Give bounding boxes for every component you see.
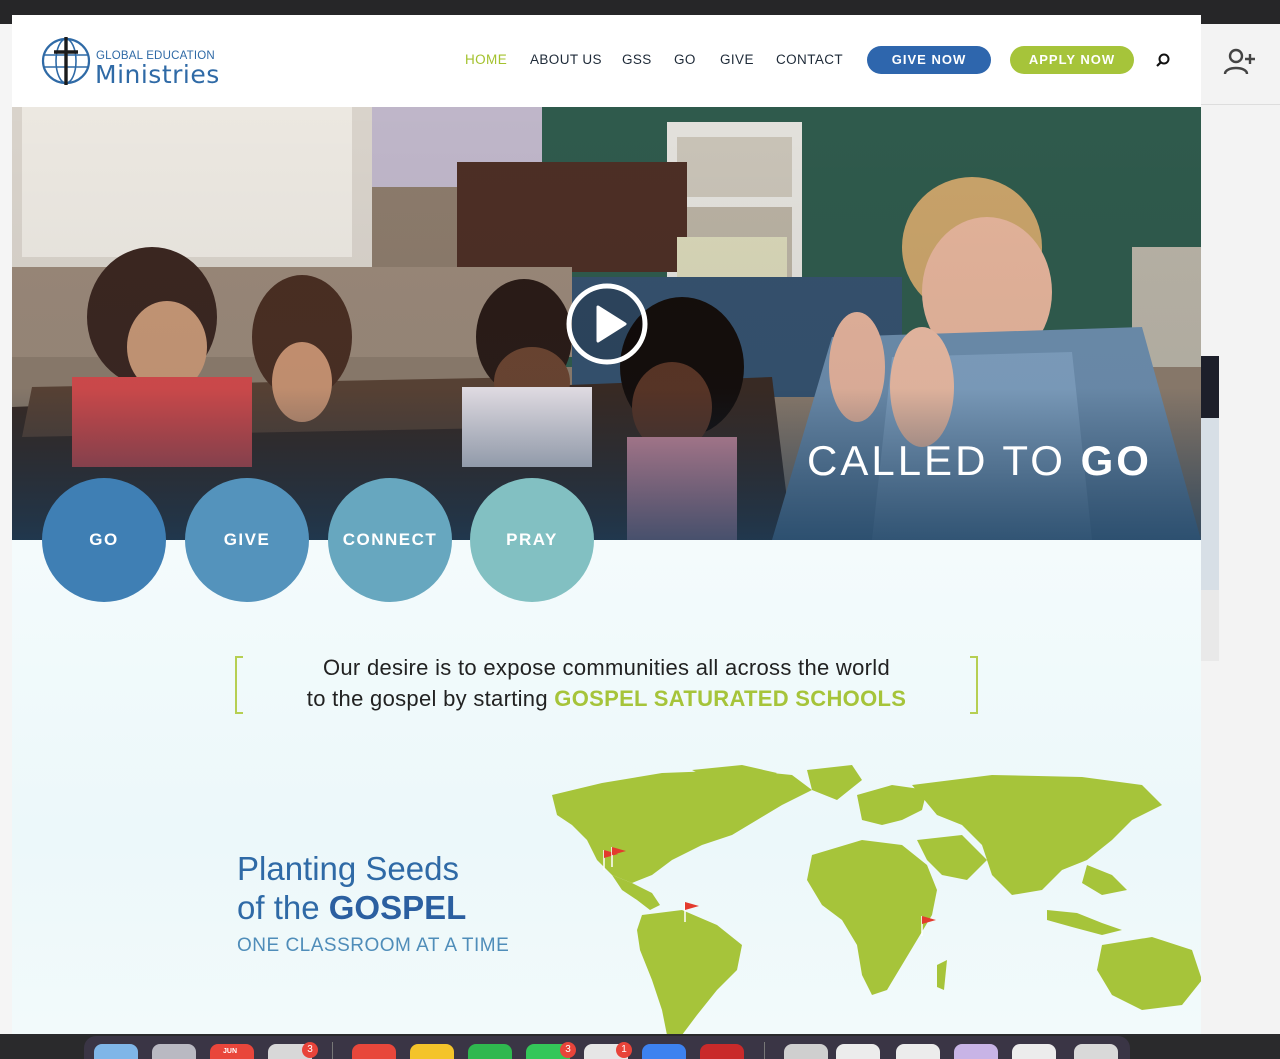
- dock-file-icon[interactable]: [954, 1044, 998, 1059]
- dock-file-icon[interactable]: [784, 1044, 828, 1059]
- gss-highlight: GOSPEL SATURATED SCHOOLS: [554, 686, 907, 711]
- play-icon[interactable]: [565, 282, 649, 366]
- mission-section: Our desire is to expose communities all …: [12, 540, 1201, 1034]
- background-left-strip: [0, 24, 12, 1034]
- dock-file-icon[interactable]: [836, 1044, 880, 1059]
- give-circle-button[interactable]: GIVE: [185, 478, 309, 602]
- pray-circle-button[interactable]: PRAY: [470, 478, 594, 602]
- dock-file-icon[interactable]: [896, 1044, 940, 1059]
- globe-cross-logo-icon: [41, 37, 91, 85]
- add-user-icon[interactable]: [1222, 44, 1258, 80]
- planting-heading-line2: of the GOSPEL: [237, 889, 466, 927]
- dock-calendar-month: JUN: [223, 1048, 238, 1055]
- dock-finder-icon[interactable]: [94, 1044, 138, 1059]
- site-logo[interactable]: GLOBAL EDUCATION Ministries: [40, 35, 220, 89]
- dock-app-icon[interactable]: [352, 1044, 396, 1059]
- dock-separator: [764, 1042, 765, 1059]
- planting-gospel: GOSPEL: [328, 889, 467, 926]
- apply-now-button[interactable]: APPLY NOW: [1010, 46, 1134, 74]
- planting-tagline: ONE CLASSROOM AT A TIME: [237, 935, 510, 956]
- logo-main-text: Ministries: [95, 60, 220, 89]
- dock-file-icon[interactable]: [1012, 1044, 1056, 1059]
- dock-spotify-icon[interactable]: [468, 1044, 512, 1059]
- nav-contact[interactable]: CONTACT: [776, 52, 843, 67]
- search-icon[interactable]: [1155, 52, 1171, 68]
- hero-title: CALLED TO GO: [807, 437, 1152, 485]
- nav-give[interactable]: GIVE: [720, 52, 754, 67]
- background-card-image: [1201, 418, 1219, 590]
- planting-line2-prefix: of the: [237, 889, 329, 926]
- planting-heading-line1: Planting Seeds: [237, 850, 459, 887]
- website-window: GLOBAL EDUCATION Ministries HOME ABOUT U…: [12, 15, 1201, 1034]
- dock-badge: 3: [302, 1042, 318, 1058]
- mission-quote-line1: Our desire is to expose communities all …: [322, 655, 891, 680]
- mission-quote-line2: to the gospel by starting GOSPEL SATURAT…: [12, 686, 1201, 712]
- quote-line2-prefix: to the gospel by starting: [306, 686, 555, 711]
- dock-separator: [332, 1042, 333, 1059]
- nav-gss[interactable]: GSS: [622, 52, 652, 67]
- hero-video-banner[interactable]: CALLED TO GO: [12, 107, 1201, 540]
- nav-home[interactable]: HOME: [465, 52, 507, 67]
- nav-about-us[interactable]: ABOUT US: [530, 52, 602, 67]
- hero-title-light: CALLED TO: [807, 437, 1081, 484]
- connect-circle-button[interactable]: CONNECT: [328, 478, 452, 602]
- hero-title-bold: GO: [1080, 437, 1152, 484]
- dock-trash-icon[interactable]: [1074, 1044, 1118, 1059]
- dock: JUN 3 3 1: [84, 1036, 1130, 1059]
- world-map: [552, 765, 1201, 1034]
- dock-acrobat-icon[interactable]: [700, 1044, 744, 1059]
- dock-zoom-icon[interactable]: [642, 1044, 686, 1059]
- site-header: GLOBAL EDUCATION Ministries HOME ABOUT U…: [12, 15, 1201, 107]
- dock-badge: 1: [616, 1042, 632, 1058]
- dock-notes-icon[interactable]: [410, 1044, 454, 1059]
- background-divider: [1201, 104, 1280, 105]
- nav-go[interactable]: GO: [674, 52, 696, 67]
- dock-launchpad-icon[interactable]: [152, 1044, 196, 1059]
- background-card-header: [1201, 356, 1219, 418]
- give-now-button[interactable]: GIVE NOW: [867, 46, 991, 74]
- go-circle-button[interactable]: GO: [42, 478, 166, 602]
- dock-badge: 3: [560, 1042, 576, 1058]
